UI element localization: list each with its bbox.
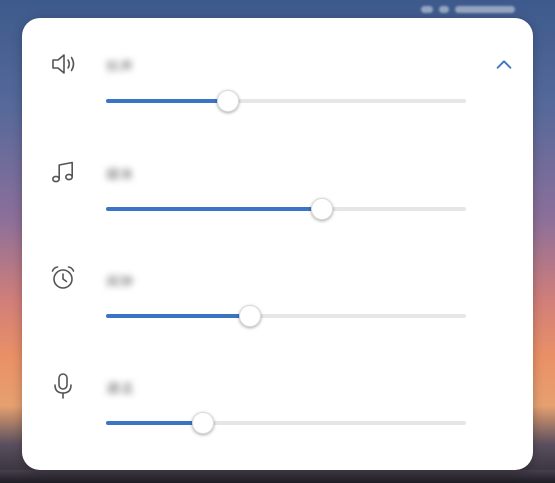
volume-row-alarm: 闹钟 [22, 261, 533, 361]
volume-row-ringtone: 铃声 [22, 46, 533, 146]
battery-icon [439, 6, 449, 13]
volume-row-call: 通话 [22, 368, 533, 468]
slider-thumb[interactable] [239, 305, 261, 327]
slider-thumb[interactable] [311, 198, 333, 220]
volume-slider[interactable] [106, 411, 466, 435]
slider-fill [106, 207, 322, 211]
volume-panel: 铃声 媒体 闹钟 通话 [22, 18, 533, 470]
music-note-icon [48, 157, 78, 187]
slider-fill [106, 99, 228, 103]
slider-fill [106, 314, 250, 318]
volume-slider[interactable] [106, 304, 466, 328]
wallpaper-horizon [0, 470, 555, 483]
status-time [455, 6, 515, 13]
slider-thumb[interactable] [217, 90, 239, 112]
slider-thumb[interactable] [192, 412, 214, 434]
volume-slider[interactable] [106, 197, 466, 221]
volume-row-label: 铃声 [106, 59, 135, 74]
microphone-icon [48, 371, 78, 401]
slider-fill [106, 421, 203, 425]
volume-slider[interactable] [106, 89, 466, 113]
alarm-clock-icon [48, 263, 78, 293]
speaker-icon [48, 49, 78, 79]
volume-row-label: 通话 [106, 381, 135, 396]
volume-row-label: 闹钟 [106, 274, 135, 289]
signal-icon [421, 6, 433, 13]
volume-row-label: 媒体 [106, 167, 135, 182]
volume-row-media: 媒体 [22, 154, 533, 254]
status-icons [421, 6, 515, 13]
